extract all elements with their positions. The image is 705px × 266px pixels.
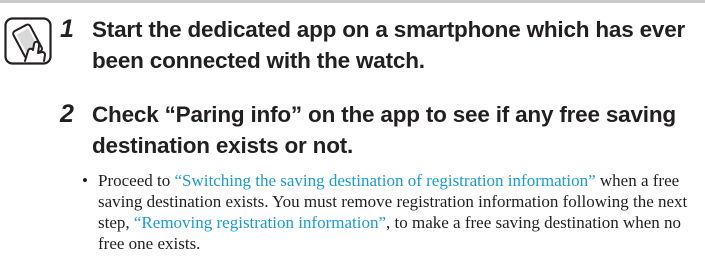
link-switching-destination[interactable]: “Switching the saving destination of reg…	[174, 171, 595, 190]
step-text: Check “Paring info” on the app to see if…	[92, 102, 676, 158]
link-removing-registration[interactable]: “Removing registration information”	[134, 213, 386, 232]
note-text-part1: Proceed to	[98, 171, 175, 190]
step-number: 2	[60, 100, 74, 128]
step-text: Start the dedicated app on a smartphone …	[92, 17, 686, 73]
note-text: Proceed to “Switching the saving destina…	[82, 170, 702, 254]
note-bullet: • Proceed to “Switching the saving desti…	[82, 170, 702, 254]
smartphone-hand-icon	[4, 17, 52, 65]
bullet-dot: •	[82, 171, 88, 190]
step-number: 1	[60, 15, 74, 43]
top-divider	[0, 0, 705, 3]
